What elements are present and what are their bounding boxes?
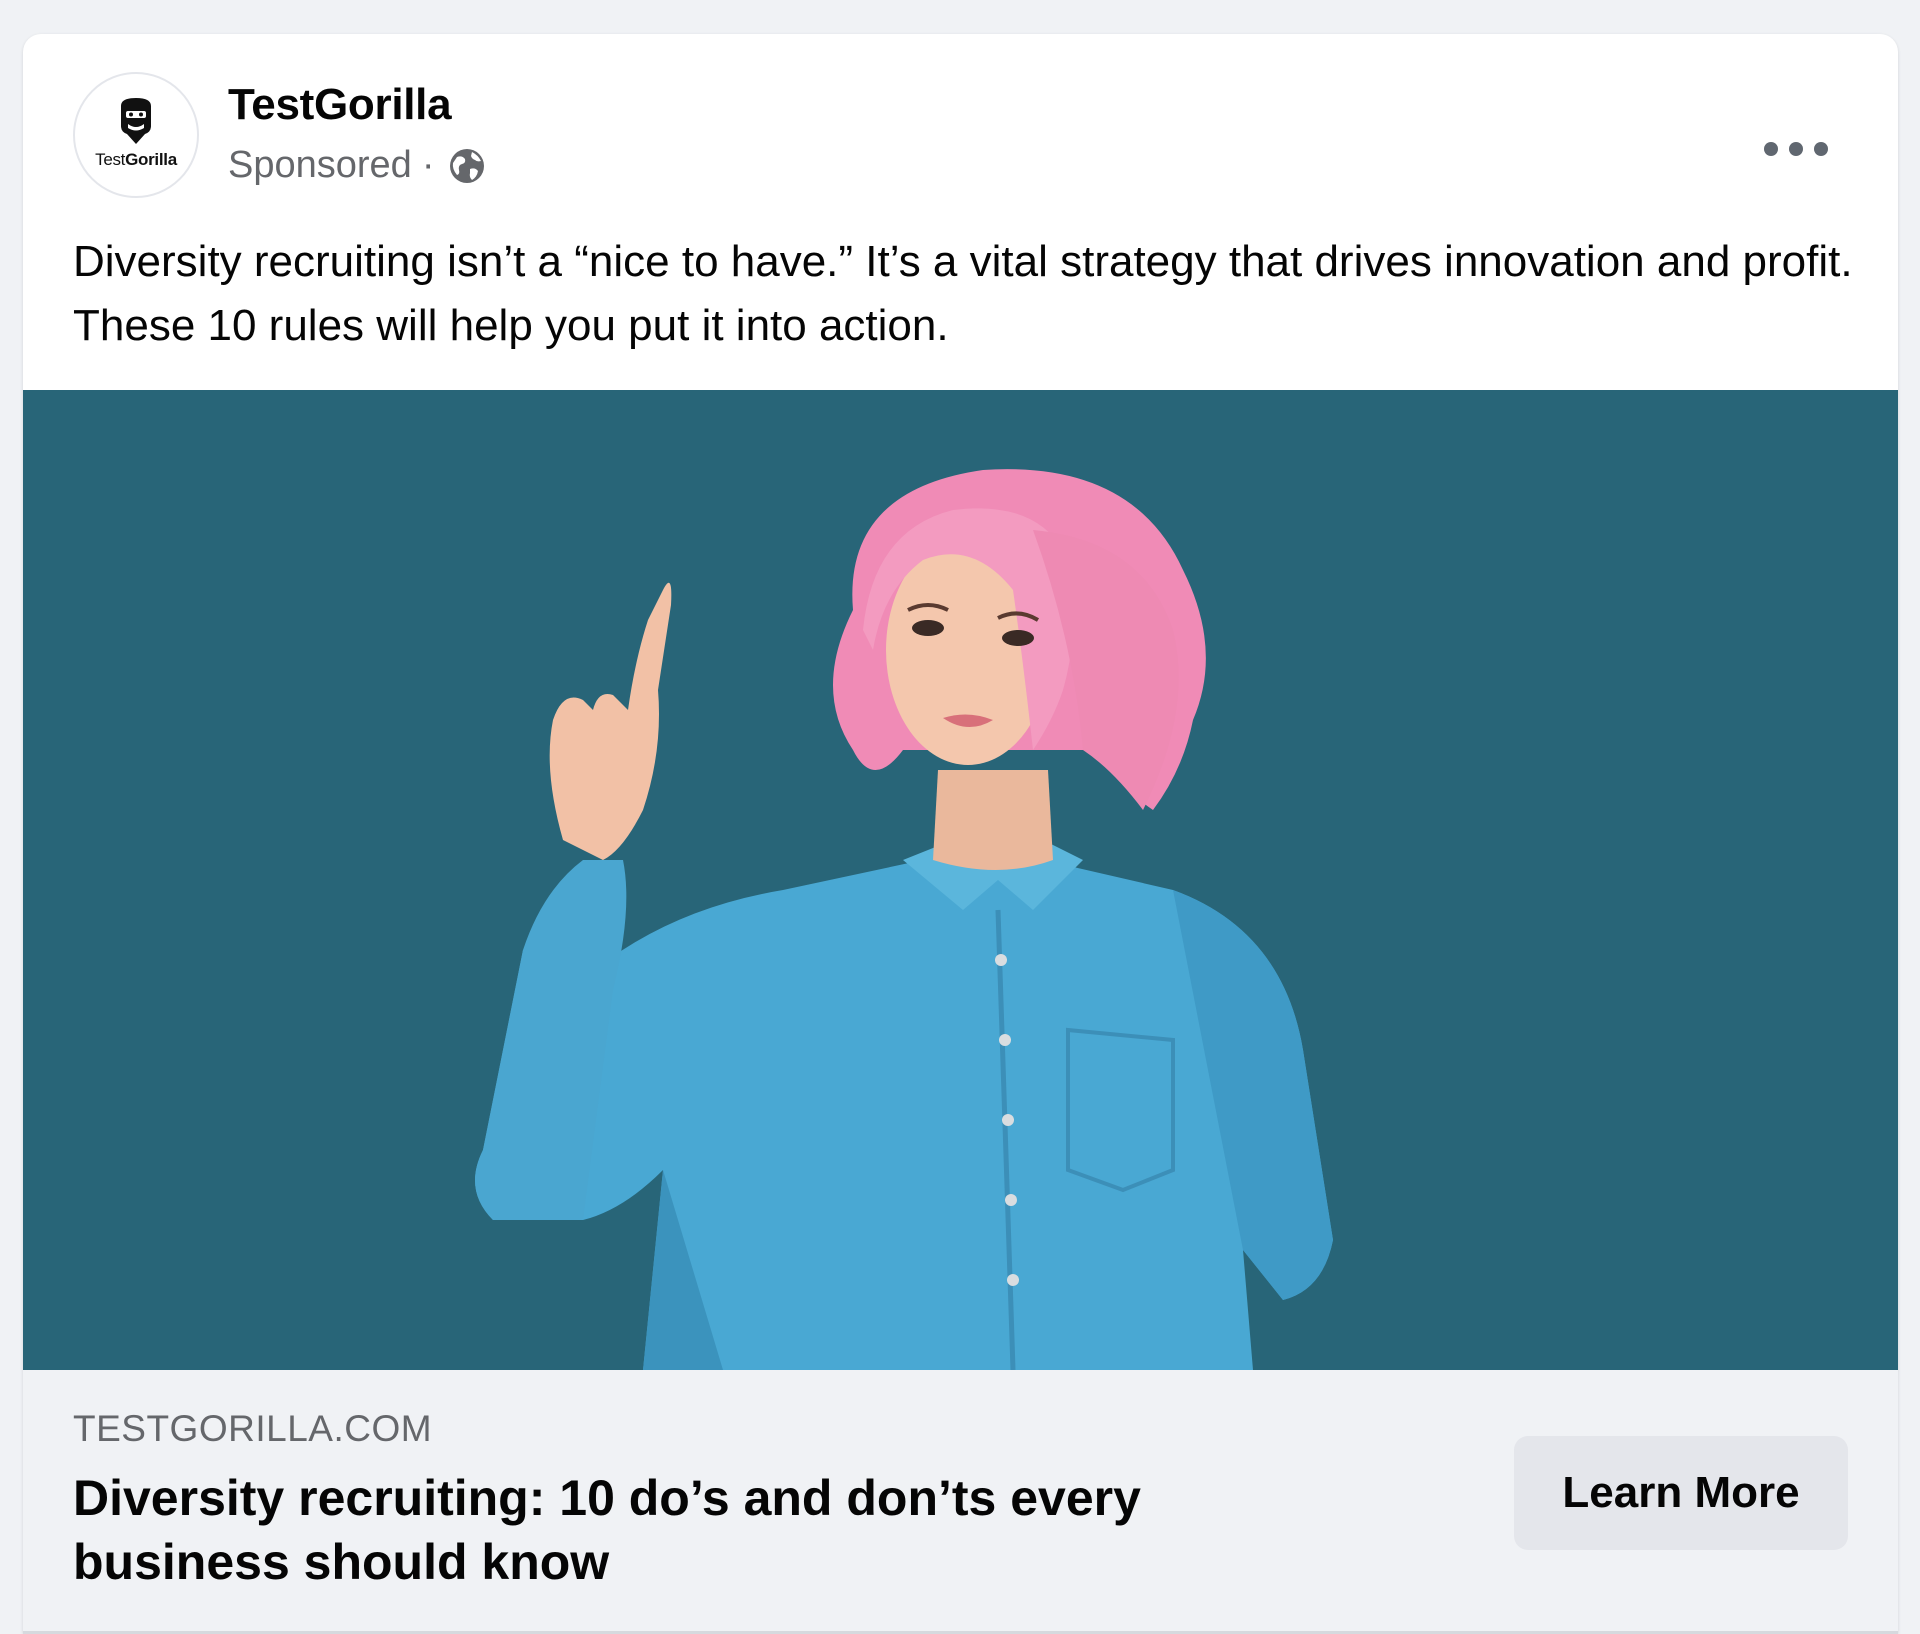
meta-separator: ·	[421, 144, 435, 186]
more-options-icon[interactable]	[1764, 132, 1828, 166]
page-name-link[interactable]: TestGorilla	[228, 80, 452, 130]
gorilla-logo-icon	[121, 98, 151, 144]
post-text: Diversity recruiting isn’t a “nice to ha…	[73, 237, 1853, 350]
woman-pointing-up-photo	[23, 390, 1898, 1370]
link-domain: TESTGORILLA.COM	[73, 1408, 433, 1449]
link-preview[interactable]: TESTGORILLA.COM Diversity recruiting: 10…	[23, 1370, 1898, 1634]
avatar-brand-text: TestGorilla	[95, 150, 177, 169]
post-header: TestGorilla TestGorilla Sponsored ·	[23, 34, 1898, 224]
post-meta: Sponsored ·	[228, 144, 486, 187]
page-avatar[interactable]: TestGorilla	[73, 72, 199, 198]
post-image[interactable]	[23, 390, 1898, 1370]
learn-more-button[interactable]: Learn More	[1514, 1436, 1848, 1550]
link-headline[interactable]: Diversity recruiting: 10 do’s and don’ts…	[73, 1466, 1273, 1594]
sponsored-post-card: TestGorilla TestGorilla Sponsored · Dive…	[23, 34, 1898, 1634]
sponsored-label[interactable]: Sponsored	[228, 144, 412, 187]
globe-icon[interactable]	[448, 147, 486, 185]
